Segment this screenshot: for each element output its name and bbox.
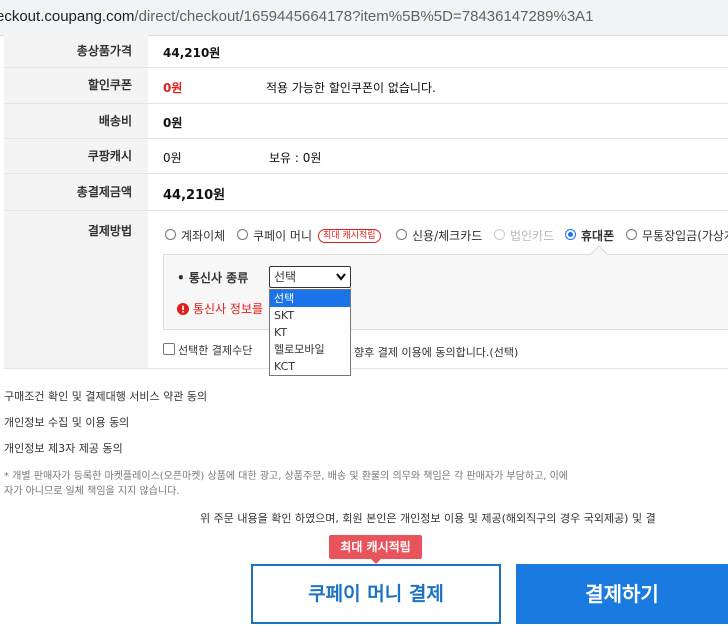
coupon-label: 할인쿠폰 — [4, 68, 148, 103]
radio-bank-transfer[interactable] — [165, 229, 176, 240]
coupay-money-pay-button[interactable]: 쿠페이 머니 결제 — [251, 564, 501, 624]
method-virtual-account-label[interactable]: 무통장입금(가상계 — [642, 227, 728, 244]
carrier-option[interactable]: SKT — [270, 307, 350, 324]
terms-purchase-conditions[interactable]: 구매조건 확인 및 결제대행 서비스 약관 동의 — [4, 388, 207, 404]
url-text[interactable]: eckout.coupang.com/direct/checkout/16594… — [0, 8, 594, 25]
save-method-text-start: 선택한 결제수단 — [178, 344, 253, 357]
error-icon — [177, 303, 189, 315]
method-corporate-card-label: 법인카드 — [510, 229, 555, 243]
radio-coupay-money[interactable] — [237, 229, 248, 240]
grand-total-label: 총결제금액 — [4, 174, 148, 210]
radio-credit-card[interactable] — [396, 229, 407, 240]
method-coupay-money-label[interactable]: 쿠페이 머니 — [253, 227, 312, 244]
order-confirm-text: 위 주문 내용을 확인 하였으며, 회원 본인은 개인정보 이용 및 제공(해외… — [200, 512, 656, 525]
cash-value: 0원 — [163, 151, 182, 165]
method-mobile-phone-label[interactable]: 휴대폰 — [581, 227, 614, 244]
seller-notice-line1: * 개별 판매자가 등록한 마켓플레이스(오픈마켓) 상품에 대한 광고, 상품… — [4, 471, 568, 482]
cash-owned: 보유 : 0원 — [269, 151, 322, 165]
terms-privacy-collection[interactable]: 개인정보 수집 및 이용 동의 — [4, 414, 129, 430]
carrier-dropdown[interactable]: 선택 SKT KT 헬로모바일 KCT — [269, 289, 351, 376]
carrier-error: 통신사 정보를 — [177, 300, 263, 317]
total-product-value: 44,210원 — [163, 46, 221, 60]
payment-method-label: 결제방법 — [4, 211, 148, 368]
max-cash-badge: 최대 캐시적립 — [318, 229, 381, 243]
carrier-option[interactable]: KCT — [270, 358, 350, 375]
carrier-label-text: 통신사 종류 — [188, 271, 249, 285]
method-credit-card-label[interactable]: 신용/체크카드 — [412, 227, 482, 244]
coupon-row: 할인쿠폰 0원 적용 가능한 할인쿠폰이 없습니다. — [4, 68, 728, 104]
grand-total-value: 44,210원 — [163, 188, 226, 203]
address-bar[interactable]: eckout.coupang.com/direct/checkout/16594… — [0, 0, 728, 36]
shipping-value: 0원 — [163, 116, 183, 130]
grand-total-row: 총결제금액 44,210원 — [4, 174, 728, 211]
max-cash-tooltip: 최대 캐시적립 — [329, 535, 422, 564]
carrier-option[interactable]: 헬로모바일 — [270, 341, 350, 358]
radio-mobile-phone[interactable] — [565, 229, 576, 240]
radio-corporate-card — [494, 229, 505, 240]
method-bank-transfer-label[interactable]: 계좌이체 — [181, 227, 225, 244]
terms-third-party[interactable]: 개인정보 제3자 제공 동의 — [4, 440, 123, 456]
seller-notice-line2: 자가 아니므로 일체 책임을 지지 않습니다. — [4, 486, 180, 497]
url-host: eckout.coupang.com — [0, 8, 135, 25]
carrier-label: • 통신사 종류 — [177, 271, 249, 285]
carrier-error-text: 통신사 정보를 — [193, 302, 264, 316]
url-path: /direct/checkout/1659445664178?item%5B%5… — [134, 8, 594, 25]
coupon-value: 0원 — [163, 81, 183, 95]
carrier-select-value: 선택 — [274, 270, 297, 284]
coupon-note: 적용 가능한 할인쿠폰이 없습니다. — [266, 81, 436, 95]
save-method-checkbox[interactable] — [163, 343, 175, 355]
carrier-select[interactable]: 선택 — [269, 266, 351, 288]
shipping-row: 배송비 0원 — [4, 104, 728, 139]
radio-virtual-account[interactable] — [626, 229, 637, 240]
panel-pointer — [590, 245, 608, 255]
carrier-option[interactable]: 선택 — [270, 290, 350, 307]
carrier-option[interactable]: KT — [270, 324, 350, 341]
chevron-down-icon — [336, 273, 346, 281]
shipping-label: 배송비 — [4, 104, 148, 138]
mobile-payment-panel — [163, 254, 728, 330]
cash-row: 쿠팡캐시 0원 보유 : 0원 — [4, 139, 728, 174]
pay-button[interactable]: 결제하기 — [516, 564, 728, 624]
save-method-text-end: 향후 결제 이용에 동의합니다.(선택) — [354, 346, 519, 359]
cash-label: 쿠팡캐시 — [4, 139, 148, 173]
total-product-row: 총상품가격 44,210원 — [4, 35, 728, 68]
total-product-label: 총상품가격 — [4, 35, 148, 67]
